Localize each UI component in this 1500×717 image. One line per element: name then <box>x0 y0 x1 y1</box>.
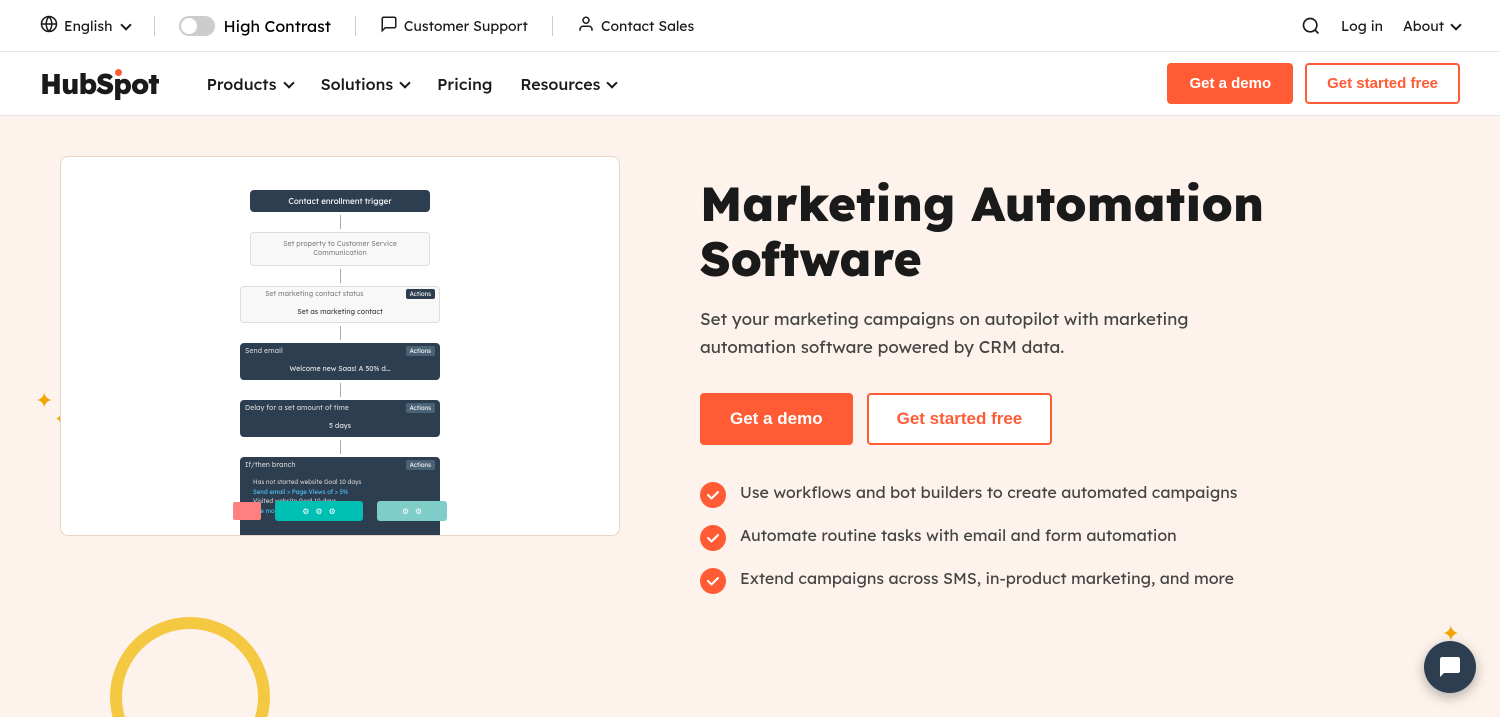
nav-products[interactable]: Products <box>195 66 305 102</box>
person-icon <box>577 15 595 37</box>
workflow-step-1: Contact enrollment trigger <box>240 187 440 215</box>
nav-get-started-button[interactable]: Get started free <box>1305 63 1460 104</box>
wf-arrow-1 <box>340 215 341 229</box>
nav-get-demo-button[interactable]: Get a demo <box>1167 63 1293 104</box>
teal-bar-1: ⚙ ⚙ ⚙ <box>275 501 363 521</box>
resources-chevron-icon <box>607 77 618 88</box>
top-bar-left: English High Contrast Customer Support <box>40 15 694 37</box>
workflow-step-5: Delay for a set amount of time Actions 5… <box>220 397 460 440</box>
workflow-step-customer: Set property to Customer Service Communi… <box>250 232 430 266</box>
chat-support-button[interactable] <box>1424 641 1476 693</box>
customer-support-link[interactable]: Customer Support <box>380 15 528 37</box>
hero-get-demo-button[interactable]: Get a demo <box>700 393 853 445</box>
divider <box>355 16 356 36</box>
solutions-chevron-icon <box>399 77 410 88</box>
feature-text-3: Extend campaigns across SMS, in-product … <box>740 567 1234 589</box>
chat-icon <box>380 15 398 37</box>
customer-support-label: Customer Support <box>404 17 528 35</box>
products-chevron-icon <box>283 77 294 88</box>
pink-bar <box>233 502 261 520</box>
feature-text-2: Automate routine tasks with email and fo… <box>740 524 1177 546</box>
check-icon-3 <box>700 568 726 594</box>
nav-pricing[interactable]: Pricing <box>425 66 504 102</box>
feature-item-1: Use workflows and bot builders to create… <box>700 481 1440 508</box>
check-icon-2 <box>700 525 726 551</box>
nav-links: Products Solutions Pricing Resources <box>195 66 629 102</box>
workflow-step-6: If/then branch Actions Has not started w… <box>220 454 460 536</box>
wf-arrow-3 <box>340 326 341 340</box>
workflow-diagram: Contact enrollment trigger Set property … <box>81 177 599 536</box>
top-bar-right: Log in About <box>1301 16 1460 36</box>
language-label: English <box>64 17 112 35</box>
feature-text-1: Use workflows and bot builders to create… <box>740 481 1237 503</box>
workflow-step-2: Set property to Customer Service Communi… <box>230 229 450 269</box>
language-selector[interactable]: English <box>40 15 130 37</box>
divider <box>552 16 553 36</box>
about-chevron-icon <box>1450 19 1461 30</box>
hero-content: Marketing Automation Software Set your m… <box>700 156 1440 717</box>
hero-section: ✦ ✦ ✦ Contact enrollment trigger Set pro… <box>0 116 1500 717</box>
about-link[interactable]: About <box>1403 17 1460 35</box>
feature-item-2: Automate routine tasks with email and fo… <box>700 524 1440 551</box>
hubspot-logo[interactable]: HubSpot <box>40 66 159 101</box>
top-bar: English High Contrast Customer Support <box>0 0 1500 52</box>
workflow-step-send-email: Send email Actions Welcome new Saas! A 5… <box>240 343 440 380</box>
hero-workflow-image: Contact enrollment trigger Set property … <box>60 156 620 536</box>
wf-arrow-5 <box>340 440 341 454</box>
workflow-step-4: Send email Actions Welcome new Saas! A 5… <box>220 340 460 383</box>
feature-list: Use workflows and bot builders to create… <box>700 481 1440 594</box>
decorative-circle <box>110 617 270 717</box>
workflow-step-contact: Contact enrollment trigger <box>250 190 430 212</box>
nav-solutions[interactable]: Solutions <box>309 66 422 102</box>
wf-arrow-2 <box>340 269 341 283</box>
teal-bar-2: ⚙ ⚙ <box>377 501 447 521</box>
nav-left: HubSpot Products Solutions Pricing Resou… <box>40 66 628 102</box>
high-contrast-label: High Contrast <box>223 16 330 36</box>
check-icon-1 <box>700 482 726 508</box>
feature-item-3: Extend campaigns across SMS, in-product … <box>700 567 1440 594</box>
toggle-switch[interactable] <box>179 16 215 36</box>
hero-cta: Get a demo Get started free <box>700 393 1440 445</box>
main-nav: HubSpot Products Solutions Pricing Resou… <box>0 52 1500 116</box>
nav-right: Get a demo Get started free <box>1167 63 1460 104</box>
workflow-step-delay: Delay for a set amount of time Actions 5… <box>240 400 440 437</box>
divider <box>154 16 155 36</box>
bottom-items: ⚙ ⚙ ⚙ ⚙ ⚙ <box>233 501 447 521</box>
contact-sales-link[interactable]: Contact Sales <box>577 15 694 37</box>
nav-resources[interactable]: Resources <box>508 66 628 102</box>
search-button[interactable] <box>1301 16 1321 36</box>
language-chevron-icon <box>121 19 132 30</box>
hero-get-started-button[interactable]: Get started free <box>867 393 1053 445</box>
workflow-step-ifthen: If/then branch Actions Has not started w… <box>240 457 440 536</box>
hero-title: Marketing Automation Software <box>700 176 1440 286</box>
sparkle-icon-top: ✦ <box>35 386 53 414</box>
workflow-step-marketing: Set marketing contact status Actions Set… <box>240 286 440 323</box>
login-link[interactable]: Log in <box>1341 17 1383 35</box>
wf-arrow-4 <box>340 383 341 397</box>
workflow-step-3: Set marketing contact status Actions Set… <box>220 283 460 326</box>
hero-image-container: Contact enrollment trigger Set property … <box>60 156 640 717</box>
logo-hub: Hub <box>40 66 96 101</box>
globe-icon <box>40 15 58 37</box>
hero-subtitle: Set your marketing campaigns on autopilo… <box>700 306 1280 360</box>
contact-sales-label: Contact Sales <box>601 17 694 35</box>
high-contrast-toggle[interactable]: High Contrast <box>179 16 330 36</box>
